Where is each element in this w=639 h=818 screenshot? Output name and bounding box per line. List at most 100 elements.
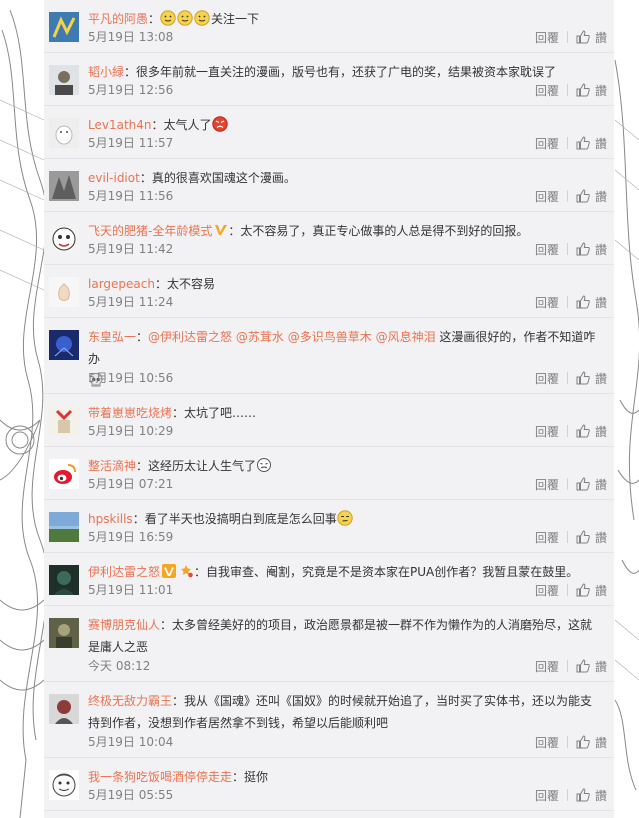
thumbs-up-icon <box>576 735 590 749</box>
comment-username[interactable]: evil-idiot <box>88 171 140 185</box>
reply-button[interactable]: 回覆 <box>535 476 559 493</box>
like-label: 讚 <box>594 424 607 439</box>
like-button[interactable]: 讚 <box>576 582 607 599</box>
reply-button[interactable]: 回覆 <box>535 82 559 99</box>
like-label: 讚 <box>594 371 607 386</box>
like-label: 讚 <box>594 83 607 98</box>
comment-username[interactable]: Lev1ath4n <box>88 118 152 132</box>
mention-link[interactable]: @风息神泪 <box>376 330 436 344</box>
divider <box>566 190 568 202</box>
reply-button[interactable]: 回覆 <box>535 29 559 46</box>
avatar[interactable] <box>49 406 79 436</box>
comment-username[interactable]: 伊利达雷之怒 <box>88 565 160 579</box>
like-button[interactable]: 讚 <box>576 82 607 99</box>
comment-item: hpskills：看了半天也没搞明白到底是怎么回事 5月19日 16:59 回覆… <box>44 500 614 553</box>
comment-username[interactable]: 终极无敌力霸王 <box>88 694 172 708</box>
angry-emoji-icon <box>211 116 228 132</box>
comment-username[interactable]: hpskills <box>88 512 133 526</box>
avatar[interactable] <box>49 118 79 148</box>
verified-v-icon <box>215 225 228 235</box>
thumbs-up-icon <box>576 371 590 385</box>
avatar[interactable] <box>49 330 79 360</box>
divider <box>566 789 568 801</box>
mention-link[interactable]: @苏茸水 <box>236 330 284 344</box>
like-button[interactable]: 讚 <box>576 29 607 46</box>
comment-item: 终极无敌力霸王：我从《国魂》还叫《国奴》的时候就开始追了，当时买了实体书，还以为… <box>44 682 614 758</box>
like-button[interactable]: 讚 <box>576 658 607 675</box>
comment-text: 看了半天也没搞明白到底是怎么回事 <box>144 512 337 526</box>
like-label: 讚 <box>594 659 607 674</box>
like-button[interactable]: 讚 <box>576 135 607 152</box>
avatar[interactable] <box>49 224 79 254</box>
avatar[interactable] <box>49 694 79 724</box>
like-button[interactable]: 讚 <box>576 294 607 311</box>
comment-time: 今天 08:12 <box>88 659 151 673</box>
reply-button[interactable]: 回覆 <box>535 188 559 205</box>
avatar[interactable] <box>49 565 79 595</box>
thumbs-up-icon <box>576 136 590 150</box>
avatar[interactable] <box>49 512 79 542</box>
comment-text: 很多年前就一直关注的漫画，版号也有，还获了广电的奖，结果被资本家耽误了 <box>136 65 557 79</box>
comment-item: 整活滴神：这经历太让人生气了 5月19日 07:21 回覆 讚 <box>44 447 614 500</box>
comment-username[interactable]: 东皇弘一 <box>88 330 136 344</box>
like-button[interactable]: 讚 <box>576 370 607 387</box>
reply-button[interactable]: 回覆 <box>535 658 559 675</box>
reply-button[interactable]: 回覆 <box>535 423 559 440</box>
avatar[interactable] <box>49 770 79 800</box>
reply-button[interactable]: 回覆 <box>535 529 559 546</box>
like-button[interactable]: 讚 <box>576 787 607 804</box>
reply-button[interactable]: 回覆 <box>535 294 559 311</box>
like-button[interactable]: 讚 <box>576 423 607 440</box>
like-button[interactable]: 讚 <box>576 476 607 493</box>
divider <box>566 478 568 490</box>
like-label: 讚 <box>594 30 607 45</box>
avatar[interactable] <box>49 65 79 95</box>
like-label: 讚 <box>594 735 607 750</box>
comment-username[interactable]: 整活滴神 <box>88 459 136 473</box>
comment-time: 5月19日 11:42 <box>88 242 174 256</box>
like-button[interactable]: 讚 <box>576 188 607 205</box>
divider <box>566 243 568 255</box>
comment-item: 韬小緑：很多年前就一直关注的漫画，版号也有，还获了广电的奖，结果被资本家耽误了 … <box>44 53 614 106</box>
comment-username[interactable]: 我一条狗吃饭喝酒停停走走 <box>88 770 232 784</box>
crying-emoji-icon <box>257 458 272 472</box>
divider <box>566 137 568 149</box>
comment-time: 5月19日 11:56 <box>88 189 174 203</box>
avatar[interactable] <box>49 12 79 42</box>
comment-username[interactable]: largepeach <box>88 277 155 291</box>
like-label: 讚 <box>594 583 607 598</box>
avatar[interactable] <box>49 618 79 648</box>
comment-username[interactable]: 韬小緑 <box>88 65 124 79</box>
reply-button[interactable]: 回覆 <box>535 370 559 387</box>
reply-button[interactable]: 回覆 <box>535 582 559 599</box>
thumbs-up-icon <box>576 83 590 97</box>
divider <box>566 736 568 748</box>
like-button[interactable]: 讚 <box>576 734 607 751</box>
like-button[interactable]: 讚 <box>576 241 607 258</box>
comment-item: evil-idiot：真的很喜欢国魂这个漫画。 5月19日 11:56 回覆 讚 <box>44 159 614 212</box>
mention-link[interactable]: @多识鸟兽草木 <box>288 330 372 344</box>
comment-username[interactable]: 飞天的肥猪-全年龄模式 <box>88 224 212 238</box>
fan-badge-icon <box>181 565 193 578</box>
mention-link[interactable]: @伊利达雷之怒 <box>148 330 232 344</box>
comment-username[interactable]: 带着崽崽吃烧烤 <box>88 406 172 420</box>
comment-text: 挺你 <box>244 770 269 784</box>
reply-button[interactable]: 回覆 <box>535 241 559 258</box>
avatar[interactable] <box>49 171 79 201</box>
comment-username[interactable]: 赛博朋克仙人 <box>88 618 160 632</box>
avatar[interactable] <box>49 459 79 489</box>
like-label: 讚 <box>594 295 607 310</box>
comment-item: 飞天的肥猪-全年龄模式 ：太不容易了，真正专心做事的人总是得不到好的回报。 5月1… <box>44 212 614 265</box>
thumbs-up-icon <box>576 30 590 44</box>
reply-button[interactable]: 回覆 <box>535 734 559 751</box>
like-label: 讚 <box>594 189 607 204</box>
thumbs-up-icon <box>576 242 590 256</box>
like-button[interactable]: 讚 <box>576 529 607 546</box>
smile-emoji-icon <box>194 10 210 26</box>
comment-item: 东皇弘一：@伊利达雷之怒 @苏茸水 @多识鸟兽草木 @风息神泪 这漫画很好的，作… <box>44 318 614 394</box>
avatar[interactable] <box>49 277 79 307</box>
reply-button[interactable]: 回覆 <box>535 135 559 152</box>
reply-button[interactable]: 回覆 <box>535 787 559 804</box>
divider <box>566 84 568 96</box>
comment-username[interactable]: 平凡的阿愚 <box>88 12 148 26</box>
